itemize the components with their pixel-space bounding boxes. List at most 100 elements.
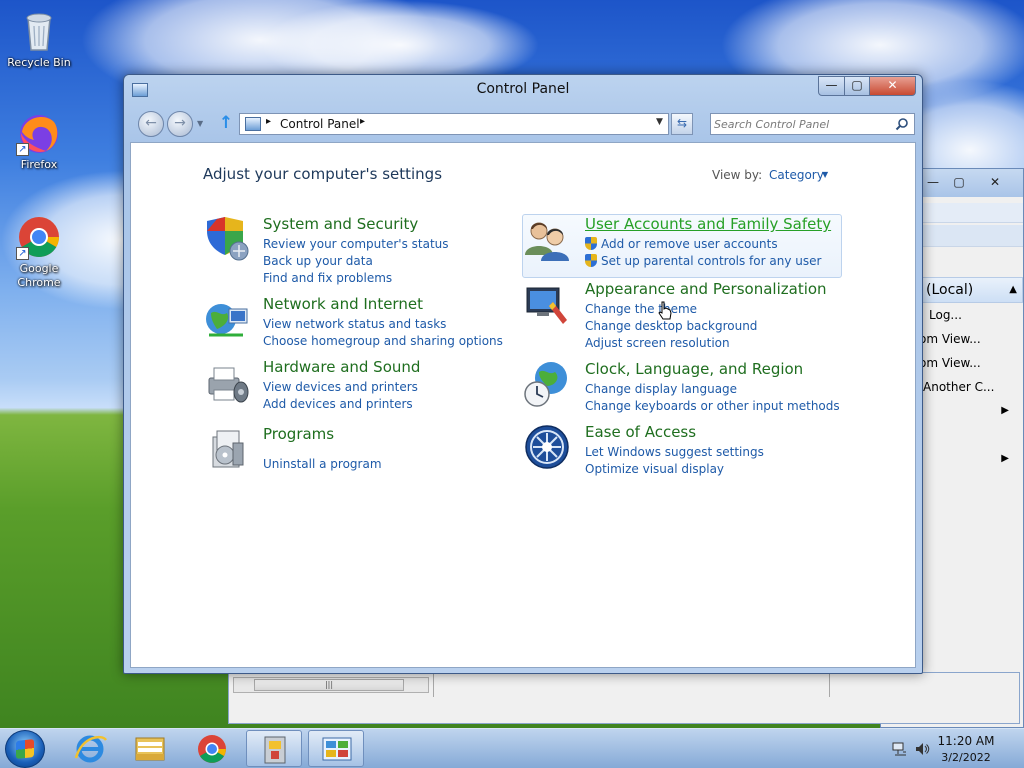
category-hardware-and-sound: Hardware and Sound View devices and prin…	[203, 358, 503, 414]
back-button[interactable]: ←	[138, 111, 164, 137]
desktop-icon-label: Google Chrome	[17, 262, 61, 289]
category-title[interactable]: User Accounts and Family Safety	[585, 215, 831, 233]
chevron-down-icon[interactable]: ▼	[822, 170, 828, 179]
shortcut-arrow-icon: ↗	[16, 143, 29, 156]
refresh-icon[interactable]: ⇆	[671, 113, 693, 135]
breadcrumb-separator-icon[interactable]: ▸	[360, 116, 365, 127]
link-change-theme[interactable]: Change the theme	[585, 302, 697, 316]
link-network-status[interactable]: View network status and tasks	[263, 317, 446, 331]
chrome-icon: ↗	[16, 214, 62, 260]
action-item-submenu[interactable]: ▶	[917, 447, 1023, 471]
forward-button[interactable]: →	[167, 111, 193, 137]
link-add-remove-users[interactable]: Add or remove user accounts	[585, 237, 778, 251]
category-title[interactable]: Appearance and Personalization	[585, 280, 827, 298]
system-tray: 11:20 AM 3/2/2022	[886, 729, 1024, 768]
taskbar-computer-management[interactable]	[246, 730, 302, 767]
background-minimize-button[interactable]: —	[923, 174, 943, 192]
link-screen-resolution[interactable]: Adjust screen resolution	[585, 336, 730, 350]
background-actions-pane: (Local) ▲ Log... om View... om View... A…	[917, 277, 1023, 471]
category-network-and-internet: Network and Internet View network status…	[203, 295, 503, 351]
breadcrumb-separator-icon[interactable]: ▸	[266, 116, 271, 127]
link-add-devices-printers[interactable]: Add devices and printers	[263, 397, 413, 411]
horizontal-scrollbar[interactable]: |||	[233, 677, 429, 693]
desktop-icon-firefox[interactable]: ↗ Firefox	[1, 110, 77, 172]
action-item[interactable]: Another C...	[917, 375, 1023, 399]
action-item[interactable]: Log...	[917, 303, 1023, 327]
network-icon[interactable]	[892, 741, 908, 757]
start-button[interactable]	[5, 730, 45, 768]
desktop-icon-recycle-bin[interactable]: Recycle Bin	[1, 8, 77, 70]
close-button[interactable]: ✕	[869, 76, 916, 96]
chevron-down-icon[interactable]: ▼	[656, 117, 663, 127]
link-windows-suggest-settings[interactable]: Let Windows suggest settings	[585, 445, 764, 459]
link-label: Set up parental controls for any user	[601, 254, 822, 268]
link-find-fix-problems[interactable]: Find and fix problems	[263, 271, 392, 285]
control-panel-small-icon	[245, 117, 261, 131]
link-view-devices-printers[interactable]: View devices and printers	[263, 380, 418, 394]
background-menubar	[917, 203, 1023, 223]
category-title[interactable]: Hardware and Sound	[263, 358, 420, 376]
firefox-icon: ↗	[16, 110, 62, 156]
collapse-up-icon: ▲	[1009, 284, 1017, 295]
uac-shield-icon	[585, 237, 597, 250]
link-optimize-visual-display[interactable]: Optimize visual display	[585, 462, 724, 476]
action-item[interactable]: om View...	[917, 327, 1023, 351]
category-user-accounts-family-safety: User Accounts and Family Safety Add or r…	[523, 215, 843, 279]
background-maximize-button[interactable]: ▢	[949, 174, 969, 192]
action-item-submenu[interactable]: ▶	[917, 399, 1023, 423]
link-keyboards-input[interactable]: Change keyboards or other input methods	[585, 399, 840, 413]
divider	[433, 673, 434, 697]
actions-header[interactable]: (Local) ▲	[917, 277, 1023, 303]
chevron-right-icon: ▶	[1001, 405, 1009, 416]
category-title[interactable]: Programs	[263, 425, 334, 443]
desktop-icon-label: Recycle Bin	[7, 56, 71, 69]
search-input[interactable]	[714, 116, 888, 132]
clock-date[interactable]: 3/2/2022	[934, 751, 998, 764]
network-globe-icon	[206, 304, 248, 337]
clock-time[interactable]: 11:20 AM	[934, 734, 998, 748]
link-parental-controls[interactable]: Set up parental controls for any user	[585, 254, 821, 268]
category-title[interactable]: Ease of Access	[585, 423, 696, 441]
category-title[interactable]: Clock, Language, and Region	[585, 360, 803, 378]
back-arrow-icon: ←	[145, 115, 157, 131]
address-bar[interactable]: ▸ Control Panel ▸ ▼	[239, 113, 669, 135]
maximize-button[interactable]: ▢	[844, 76, 870, 96]
link-label: Add or remove user accounts	[601, 237, 778, 251]
control-panel-window[interactable]: Control Panel — ▢ ✕ ← → ▼ ↑ ▸ Control Pa…	[123, 74, 923, 674]
users-icon	[525, 222, 569, 261]
category-title[interactable]: System and Security	[263, 215, 418, 233]
scrollbar-thumb[interactable]: |||	[254, 679, 404, 691]
printer-icon	[208, 367, 249, 403]
taskbar-internet-explorer[interactable]	[62, 730, 118, 767]
action-item[interactable]: om View...	[917, 351, 1023, 375]
shield-icon	[207, 217, 249, 261]
computer-management-icon	[264, 736, 286, 764]
taskbar-control-panel[interactable]	[308, 730, 364, 767]
minimize-button[interactable]: —	[818, 76, 845, 96]
folder-icon	[135, 737, 165, 761]
link-review-status[interactable]: Review your computer's status	[263, 237, 449, 251]
link-homegroup-sharing[interactable]: Choose homegroup and sharing options	[263, 334, 503, 348]
link-back-up-data[interactable]: Back up your data	[263, 254, 373, 268]
view-by-dropdown[interactable]: Category	[769, 168, 824, 182]
desktop-icon-label: Firefox	[20, 158, 58, 171]
up-arrow-icon[interactable]: ↑	[217, 113, 235, 135]
desktop-icon-google-chrome[interactable]: ↗ Google Chrome	[1, 214, 77, 290]
link-uninstall-program[interactable]: Uninstall a program	[263, 457, 382, 471]
search-box[interactable]	[710, 113, 915, 135]
link-display-language[interactable]: Change display language	[585, 382, 737, 396]
speaker-icon[interactable]	[914, 741, 930, 757]
breadcrumb-control-panel[interactable]: Control Panel	[280, 117, 360, 131]
actions-header-label: (Local)	[926, 282, 974, 298]
category-title[interactable]: Network and Internet	[263, 295, 423, 313]
category-appearance-personalization: Appearance and Personalization Change th…	[523, 280, 843, 350]
search-icon[interactable]	[895, 117, 909, 131]
taskbar-file-explorer[interactable]	[122, 730, 178, 767]
link-desktop-background[interactable]: Change desktop background	[585, 319, 757, 333]
internet-explorer-icon	[74, 735, 108, 763]
recent-pages-dropdown-icon[interactable]: ▼	[197, 119, 203, 128]
background-close-button[interactable]: ✕	[985, 174, 1005, 192]
uac-shield-icon	[585, 254, 597, 267]
taskbar-google-chrome[interactable]	[184, 730, 240, 767]
background-toolbar	[917, 225, 1023, 247]
